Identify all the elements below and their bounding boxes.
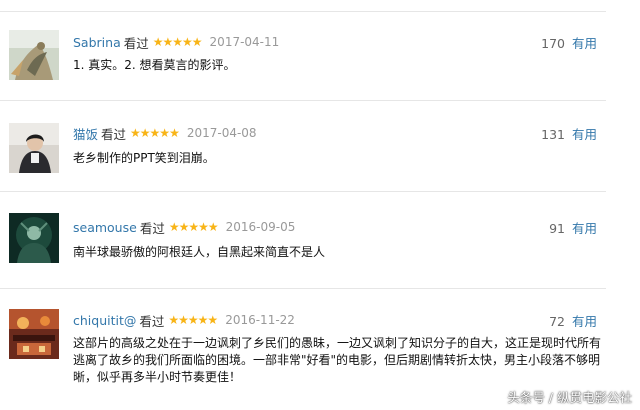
review-date: 2017-04-11	[209, 35, 280, 49]
avatar[interactable]	[9, 213, 59, 263]
review-item: 猫饭 看过 ★★★★★ 2017-04-08 131 有用 老乡制作的PPT笑到…	[0, 101, 606, 191]
username-link[interactable]: 猫饭	[73, 124, 98, 143]
review-meta: chiquitit@ 看过 ★★★★★ 2016-11-22	[73, 311, 295, 329]
review-meta: 猫饭 看过 ★★★★★ 2017-04-08	[73, 124, 257, 142]
review-date: 2016-11-22	[225, 313, 295, 327]
vote-area: 72 有用	[549, 311, 597, 330]
seen-label: 看过	[123, 35, 149, 51]
seen-label: 看过	[139, 313, 165, 329]
seen-label: 看过	[139, 220, 165, 236]
useful-button[interactable]: 有用	[572, 314, 597, 329]
vote-count: 131	[541, 127, 565, 142]
vote-area: 170 有用	[541, 33, 597, 52]
vote-count: 91	[549, 221, 565, 236]
vote-count: 72	[549, 314, 565, 329]
review-date: 2016-09-05	[225, 220, 296, 234]
vote-count: 170	[541, 36, 565, 51]
username-link[interactable]: Sabrina	[73, 35, 121, 50]
rating-stars: ★★★★★	[168, 220, 219, 234]
vote-area: 131 有用	[541, 124, 597, 143]
review-text: 1. 真实。2. 想看莫言的影评。	[73, 58, 236, 72]
review-item: seamouse 看过 ★★★★★ 2016-09-05 91 有用 南半球最骄…	[0, 192, 606, 288]
review-item: Sabrina 看过 ★★★★★ 2017-04-11 170 有用 1. 真实…	[0, 12, 606, 100]
watermark: 头条号 / 纵贯电影公社	[507, 390, 632, 405]
review-date: 2017-04-08	[186, 126, 257, 140]
review-text: 这部片的高级之处在于一边讽刺了乡民们的愚昧，一边又讽刺了知识分子的自大，这正是现…	[73, 336, 602, 384]
rating-stars: ★★★★★	[168, 313, 218, 327]
username-link[interactable]: seamouse	[73, 220, 137, 235]
rating-stars: ★★★★★	[130, 126, 180, 140]
rating-stars: ★★★★★	[152, 35, 203, 49]
username-link[interactable]: chiquitit@	[73, 313, 136, 328]
review-meta: Sabrina 看过 ★★★★★ 2017-04-11	[73, 33, 279, 51]
avatar[interactable]	[9, 309, 59, 359]
avatar[interactable]	[9, 123, 59, 173]
useful-button[interactable]: 有用	[572, 36, 597, 51]
avatar[interactable]	[9, 30, 59, 80]
review-meta: seamouse 看过 ★★★★★ 2016-09-05	[73, 218, 295, 236]
vote-area: 91 有用	[549, 218, 597, 237]
useful-button[interactable]: 有用	[572, 127, 597, 142]
review-text: 老乡制作的PPT笑到泪崩。	[73, 151, 215, 165]
seen-label: 看过	[101, 126, 127, 142]
useful-button[interactable]: 有用	[572, 221, 597, 236]
review-text: 南半球最骄傲的阿根廷人，自黑起来简直不是人	[73, 245, 326, 259]
